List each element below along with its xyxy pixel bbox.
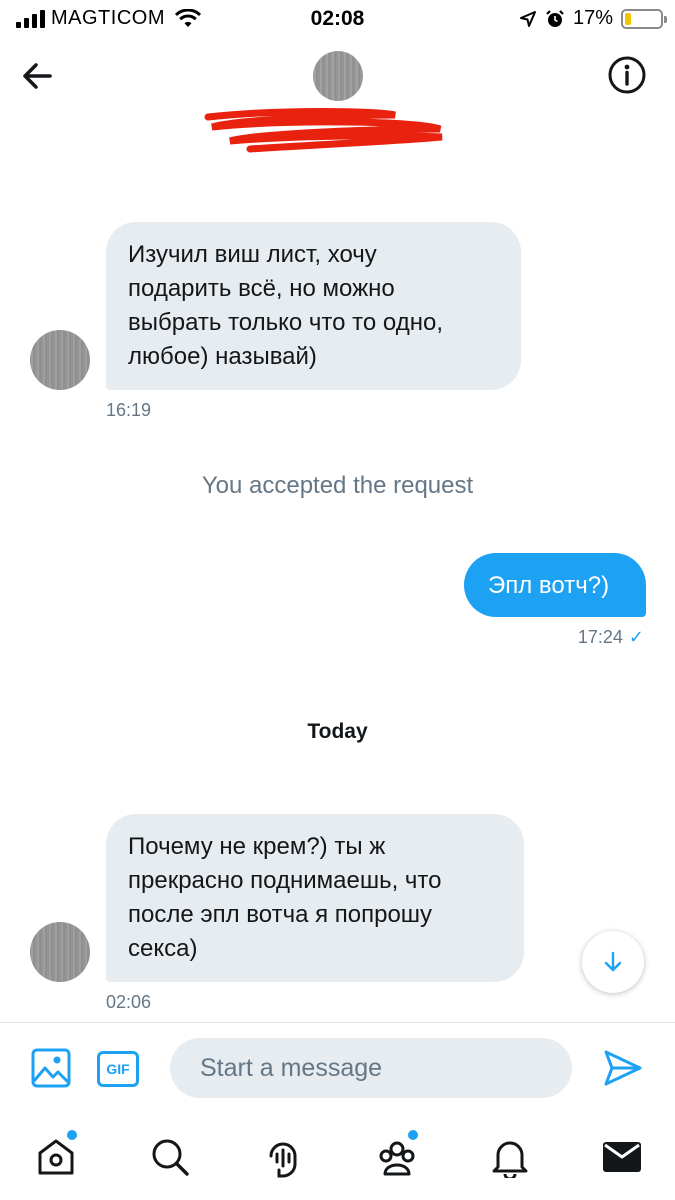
tab-search[interactable] <box>147 1134 193 1180</box>
battery-fill <box>625 12 631 25</box>
message-timestamp: 02:06 <box>106 992 152 1012</box>
bell-icon <box>492 1141 528 1178</box>
message-line: любое) называй) <box>128 343 317 370</box>
mail-icon <box>603 1142 641 1172</box>
spaces-icon <box>269 1142 297 1178</box>
back-button[interactable] <box>18 58 58 94</box>
incoming-message-bubble[interactable]: Изучил виш лист, хочу подарить всё, но м… <box>106 222 521 390</box>
tab-spaces[interactable] <box>260 1134 306 1180</box>
arrow-down-icon <box>604 951 622 972</box>
gif-button[interactable]: GIF <box>97 1051 139 1087</box>
info-button[interactable] <box>607 55 647 95</box>
outgoing-message-bubble[interactable]: Эпл вотч?) <box>464 553 646 617</box>
message-timestamp: 16:19 <box>106 400 152 420</box>
tab-messages[interactable] <box>599 1134 645 1180</box>
tab-home[interactable] <box>33 1130 79 1180</box>
status-right: 17% <box>519 7 667 30</box>
bottom-tab-bar <box>0 1114 675 1200</box>
battery-percent: 17% <box>572 7 613 29</box>
battery-icon <box>621 8 667 29</box>
message-composer: GIF <box>0 1022 675 1114</box>
notification-dot <box>408 1130 418 1140</box>
message-timestamp: 17:24 <box>577 627 623 647</box>
scroll-to-bottom-button[interactable] <box>582 931 644 993</box>
message-line: Изучил виш лист, хочу <box>128 241 377 268</box>
message-line: Почему не крем?) ты ж <box>128 833 386 860</box>
check-icon: ✓ <box>628 627 644 647</box>
message-line: подарить всё, но можно <box>128 275 395 302</box>
message-timestamp-row: 17:24 ✓ <box>0 627 644 648</box>
message-input[interactable] <box>170 1038 572 1098</box>
incoming-message-bubble[interactable]: Почему не крем?) ты ж прекрасно поднимае… <box>106 814 524 982</box>
header-avatar[interactable] <box>313 51 363 101</box>
notification-dot <box>67 1130 77 1140</box>
status-bar: MAGTICOM 02:08 17% <box>0 0 675 40</box>
tab-communities[interactable] <box>374 1130 420 1180</box>
home-icon <box>38 1139 74 1175</box>
location-arrow-icon <box>519 10 536 27</box>
search-icon <box>152 1139 189 1176</box>
message-line: после эпл вотча я попрошу <box>128 901 433 928</box>
redaction-scribble <box>204 108 443 153</box>
request-accepted-note: You accepted the request <box>201 472 474 499</box>
tab-notifications[interactable] <box>487 1134 533 1180</box>
send-icon[interactable] <box>603 1048 643 1088</box>
communities-icon <box>379 1141 415 1176</box>
sender-avatar[interactable] <box>30 922 90 982</box>
alarm-icon <box>546 9 564 27</box>
image-icon[interactable] <box>30 1047 72 1089</box>
message-line: прекрасно поднимаешь, что <box>128 867 442 894</box>
message-line: секса) <box>128 935 198 962</box>
message-line: выбрать только что то одно, <box>128 309 443 336</box>
day-separator: Today <box>307 720 368 743</box>
sender-avatar[interactable] <box>30 330 90 390</box>
message-text: Эпл вотч?) <box>488 572 610 599</box>
